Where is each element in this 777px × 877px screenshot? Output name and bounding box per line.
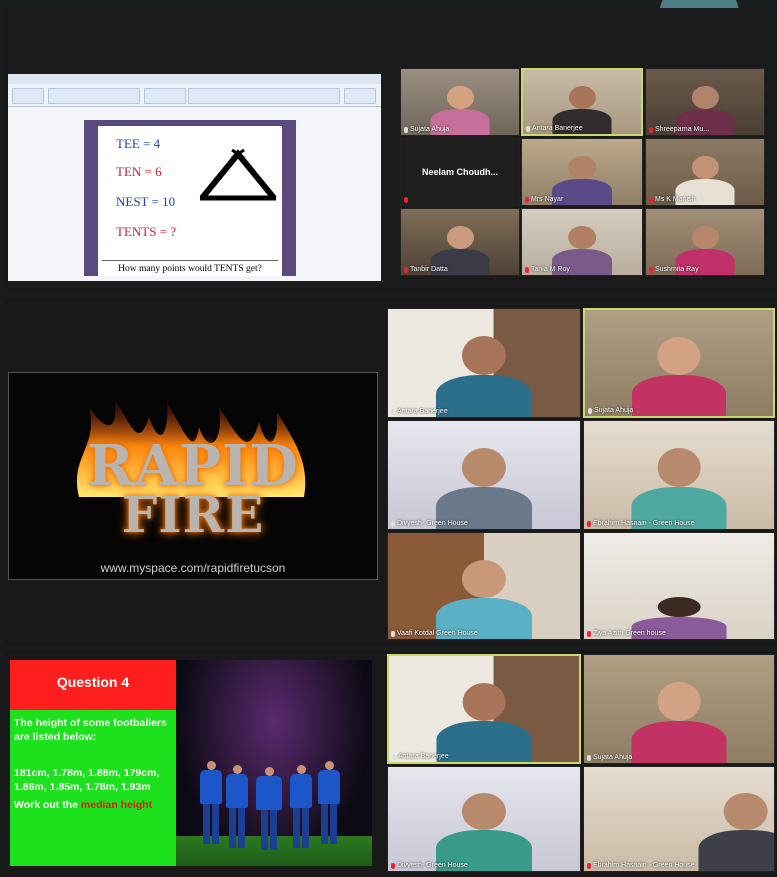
equation-tents: TENTS = ?	[116, 224, 177, 239]
equation-tee: TEE = 4	[116, 136, 161, 151]
mic-muted-icon	[649, 196, 653, 203]
participant-tile[interactable]: Tanbir Datta	[400, 208, 520, 276]
shared-screen-question[interactable]: Question 4 The height of some footballer…	[10, 660, 372, 866]
mic-icon	[587, 754, 591, 761]
participant-tile-video-off[interactable]: Neelam Choudh...	[400, 138, 520, 206]
mic-icon	[391, 630, 395, 637]
question-values: 181cm, 1.78m, 1.88m, 179cm, 1.86m, 1.85m…	[14, 767, 160, 793]
participant-name: Vaafi Kotdal Green House	[397, 630, 478, 637]
participant-name: Ziya Azim Green house	[593, 630, 666, 637]
fire-title: FIRE	[121, 485, 265, 544]
shared-screen-word[interactable]: TEE = 4 TEN = 6 NEST = 10 TENTS = ? How …	[8, 74, 381, 281]
footballers-image	[176, 660, 372, 866]
participant-tile[interactable]: Ms K Manish	[645, 138, 765, 206]
mic-muted-icon	[525, 266, 529, 273]
mic-icon	[391, 520, 395, 527]
participant-name: Divyesh- Green House	[397, 862, 468, 869]
question-task: Work out the median height	[14, 799, 153, 811]
mic-muted-icon	[404, 266, 408, 273]
participant-tile[interactable]: Antara Banerjee	[521, 68, 643, 136]
participant-tile[interactable]: Antara Banerjee	[387, 654, 581, 764]
participant-name: Antara Banerjee	[532, 125, 583, 132]
participant-tile[interactable]: Ziya Azim Green house	[583, 532, 775, 640]
participant-name: Antara Banerjee	[398, 753, 449, 760]
mic-muted-icon	[587, 520, 591, 527]
participant-name: Tanbir Datta	[410, 266, 448, 273]
participant-name: Sujata Ahuja	[410, 126, 450, 133]
participant-tile[interactable]: Sushmita Ray	[645, 208, 765, 276]
mic-muted-icon	[404, 197, 408, 203]
word-document-page: TEE = 4 TEN = 6 NEST = 10 TENTS = ? How …	[84, 120, 296, 276]
participant-name: Tania M Roy	[531, 266, 570, 273]
participant-name: Shreeparna Mu...	[655, 126, 710, 133]
word-titlebar	[8, 74, 381, 84]
mic-icon	[392, 753, 396, 760]
mic-icon	[588, 407, 592, 414]
shared-screen-rapid-fire[interactable]: RAPID FIRE www.myspace.com/rapidfiretucs…	[8, 372, 378, 580]
meeting-window-2: RAPID FIRE www.myspace.com/rapidfiretucs…	[4, 298, 777, 646]
participant-name-center: Neelam Choudh...	[421, 167, 498, 177]
word-ribbon	[8, 84, 381, 107]
mic-muted-icon	[649, 126, 653, 133]
participant-tile[interactable]: Sujata Ahuja	[400, 68, 520, 136]
participant-tile[interactable]: Tania M Roy	[521, 208, 643, 276]
participant-name: Sushmita Ray	[655, 266, 699, 273]
mic-muted-icon	[587, 630, 591, 637]
mic-icon	[404, 126, 408, 133]
participant-tile[interactable]: Ebrahim Hasnain - Green House	[583, 420, 775, 530]
participant-tile[interactable]: Divyesh- Green House	[387, 766, 581, 872]
participant-name: Ebrahim Hasnain - Green House	[593, 520, 695, 527]
mic-muted-icon	[391, 862, 395, 869]
participant-name: Sujata Ahuja	[594, 407, 634, 414]
mic-muted-icon	[649, 266, 653, 273]
participant-tile[interactable]: Shreeparna Mu...	[645, 68, 765, 136]
question-heading: Question 4	[10, 660, 176, 710]
question-body: The height of some footballers are liste…	[10, 710, 176, 866]
mic-muted-icon	[587, 862, 591, 869]
mic-muted-icon	[525, 196, 529, 203]
participant-name: Ms K Manish	[655, 196, 696, 203]
question-intro: The height of some footballers are liste…	[14, 717, 167, 743]
tent-icon	[199, 148, 277, 201]
participant-tile[interactable]: Vaafi Kotdal Green House	[387, 532, 581, 640]
participant-name: Ebrahim Hasnain - Green House	[593, 862, 695, 869]
meeting-window-1: TEE = 4 TEN = 6 NEST = 10 TENTS = ? How …	[4, 8, 777, 293]
participant-tile[interactable]: Sujata Ahuja	[583, 308, 775, 418]
participant-name: Divyesh- Green House	[397, 520, 468, 527]
participant-tile[interactable]: Antara Banerjee	[387, 308, 581, 418]
question-text: How many points would TENTS get?	[102, 260, 278, 274]
mic-icon	[391, 408, 395, 415]
participant-tile[interactable]: Divyesh- Green House	[387, 420, 581, 530]
equation-nest: NEST = 10	[116, 194, 176, 209]
mic-icon	[526, 125, 530, 132]
participant-tile[interactable]: Sujata Ahuja	[583, 654, 775, 764]
equation-ten: TEN = 6	[116, 164, 162, 179]
participant-name: Antara Banerjee	[397, 408, 448, 415]
meeting-window-3: Question 4 The height of some footballer…	[4, 650, 777, 877]
participant-name: Mrs Nayar	[531, 196, 564, 203]
participant-tile[interactable]: Ebrahim Hasnain - Green House	[583, 766, 775, 872]
rapid-fire-url: www.myspace.com/rapidfiretucson	[100, 561, 286, 575]
participant-name: Sujata Ahuja	[593, 754, 633, 761]
participant-tile[interactable]: Mrs Nayar	[521, 138, 643, 206]
